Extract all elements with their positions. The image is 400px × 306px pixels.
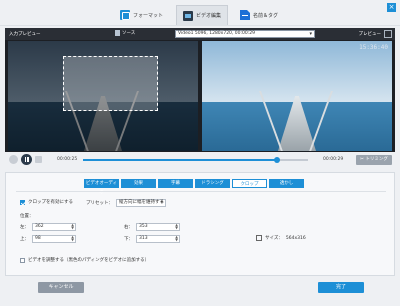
trim-label: トリミング <box>365 157 388 162</box>
size-icon <box>256 235 262 241</box>
popout-icon[interactable] <box>384 30 392 38</box>
seek-slider[interactable] <box>83 157 308 163</box>
right-input[interactable]: 353 ▲ ▼ <box>136 223 180 231</box>
trim-button[interactable]: ✂ トリミング <box>356 155 392 165</box>
tab-video-edit-label: ビデオ編集 <box>196 13 222 19</box>
position-label: 位置： <box>20 214 34 219</box>
left-input[interactable]: 362 ▲ ▼ <box>32 223 76 231</box>
bottom-row: 下： 313 ▲ ▼ <box>124 235 180 243</box>
seek-progress <box>83 159 277 161</box>
preset-select[interactable]: 縦方向に幅を維持する ▾ <box>116 199 166 207</box>
bottom-input[interactable]: 313 ▲ ▼ <box>136 235 180 243</box>
left-row: 左： 362 ▲ ▼ <box>20 223 76 231</box>
close-icon: × <box>388 3 395 11</box>
document-icon <box>115 30 120 36</box>
preview-timestamp: 15:36:40 <box>359 44 388 51</box>
chevron-down-icon: ▾ <box>309 31 312 37</box>
preview-panel: 入力プレビュー ソース Video1 5096, 1280x720, 00:00… <box>5 28 395 168</box>
top-input[interactable]: 98 ▲ ▼ <box>32 235 76 243</box>
tab-dragging[interactable]: ドラシング <box>195 179 230 188</box>
tab-format[interactable]: フォーマット <box>120 5 163 25</box>
enable-crop-checkbox[interactable] <box>20 199 25 205</box>
format-icon <box>120 10 130 20</box>
tab-effects[interactable]: 効果 <box>121 179 156 188</box>
spinner-icon[interactable]: ▲ ▼ <box>71 223 74 230</box>
top-label: 上： <box>20 237 29 242</box>
chevron-down-icon: ▾ <box>160 200 163 205</box>
file-select-value: Video1 5096, 1280x720, 00:00:29 <box>178 31 255 36</box>
source-selector[interactable]: ソース <box>115 30 135 36</box>
preview-toolbar: 入力プレビュー ソース Video1 5096, 1280x720, 00:00… <box>5 28 395 40</box>
input-video-frame[interactable] <box>8 41 198 151</box>
tab-rename-label: 名前＆タグ <box>253 12 279 19</box>
pad-video-checkbox[interactable] <box>20 257 25 263</box>
size-row: サイズ： 564x316 <box>256 235 306 241</box>
bottom-label: 下： <box>124 237 133 242</box>
size-value: 564x316 <box>285 235 306 241</box>
current-time: 00:00:25 <box>57 157 78 162</box>
video-edit-icon <box>183 10 193 21</box>
pier-preview-image <box>202 41 392 151</box>
tab-video-edit[interactable]: ビデオ編集 <box>176 5 229 25</box>
skip-back-button[interactable] <box>9 155 18 164</box>
seek-handle[interactable] <box>273 157 280 163</box>
spinner-icon[interactable]: ▲ ▼ <box>175 223 178 230</box>
stop-button[interactable] <box>35 156 42 163</box>
tab-subtitles[interactable]: 字幕 <box>158 179 193 188</box>
size-label: サイズ： <box>265 236 283 241</box>
footer: キャンセル 完了 <box>0 279 400 306</box>
enable-crop-row: クロップを有効にする <box>20 199 73 205</box>
top-navigation: フォーマット ビデオ編集 名前＆タグ × <box>0 0 400 26</box>
preset-row: プリセット： 縦方向に幅を維持する ▾ <box>86 199 166 207</box>
edit-panel: ビデオオーディオ 効果 字幕 ドラシング クロップ 透かし クロップを有効にする… <box>5 172 395 276</box>
enable-crop-label: クロップを有効にする <box>28 200 74 205</box>
crop-selection-box[interactable] <box>63 56 158 111</box>
bottom-value: 313 <box>139 236 148 241</box>
rename-icon <box>240 10 250 20</box>
left-label: 左： <box>20 225 29 230</box>
end-time: 00:00:29 <box>323 157 344 162</box>
right-row: 右： 353 ▲ ▼ <box>124 223 180 231</box>
spinner-icon[interactable]: ▲ ▼ <box>175 235 178 242</box>
divider <box>16 191 386 192</box>
input-preview-label: 入力プレビュー <box>9 32 41 37</box>
left-value: 362 <box>35 224 44 229</box>
source-label: ソース <box>122 31 136 36</box>
right-value: 353 <box>139 224 148 229</box>
pad-row: ビデオを調整する（黒色のパディングをビデオに追加する） <box>20 257 149 263</box>
tab-video-audio[interactable]: ビデオオーディオ <box>84 179 119 195</box>
tab-format-label: フォーマット <box>133 12 164 19</box>
tab-crop[interactable]: クロップ <box>232 179 267 188</box>
close-button[interactable]: × <box>387 3 396 12</box>
pause-button[interactable] <box>21 154 32 165</box>
spinner-icon[interactable]: ▲ ▼ <box>71 235 74 242</box>
playback-bar: 00:00:25 00:00:29 ✂ トリミング <box>5 152 395 168</box>
preset-value: 縦方向に幅を維持する <box>119 200 164 205</box>
preset-label: プリセット： <box>86 201 113 206</box>
output-preview-label: プレビュー <box>358 32 382 37</box>
cancel-button[interactable]: キャンセル <box>38 282 84 293</box>
edit-tabs: ビデオオーディオ 効果 字幕 ドラシング クロップ 透かし <box>84 179 306 195</box>
position-heading: 位置： <box>20 213 34 219</box>
file-select[interactable]: Video1 5096, 1280x720, 00:00:29 ▾ <box>175 30 315 38</box>
top-row: 上： 98 ▲ ▼ <box>20 235 76 243</box>
tab-rename[interactable]: 名前＆タグ <box>240 5 278 25</box>
output-video-frame: 15:36:40 <box>202 41 392 151</box>
tab-watermark[interactable]: 透かし <box>269 179 304 188</box>
done-button[interactable]: 完了 <box>318 282 364 293</box>
top-value: 98 <box>35 236 41 241</box>
right-label: 右： <box>124 225 133 230</box>
pad-video-label: ビデオを調整する（黒色のパディングをビデオに追加する） <box>28 258 150 263</box>
